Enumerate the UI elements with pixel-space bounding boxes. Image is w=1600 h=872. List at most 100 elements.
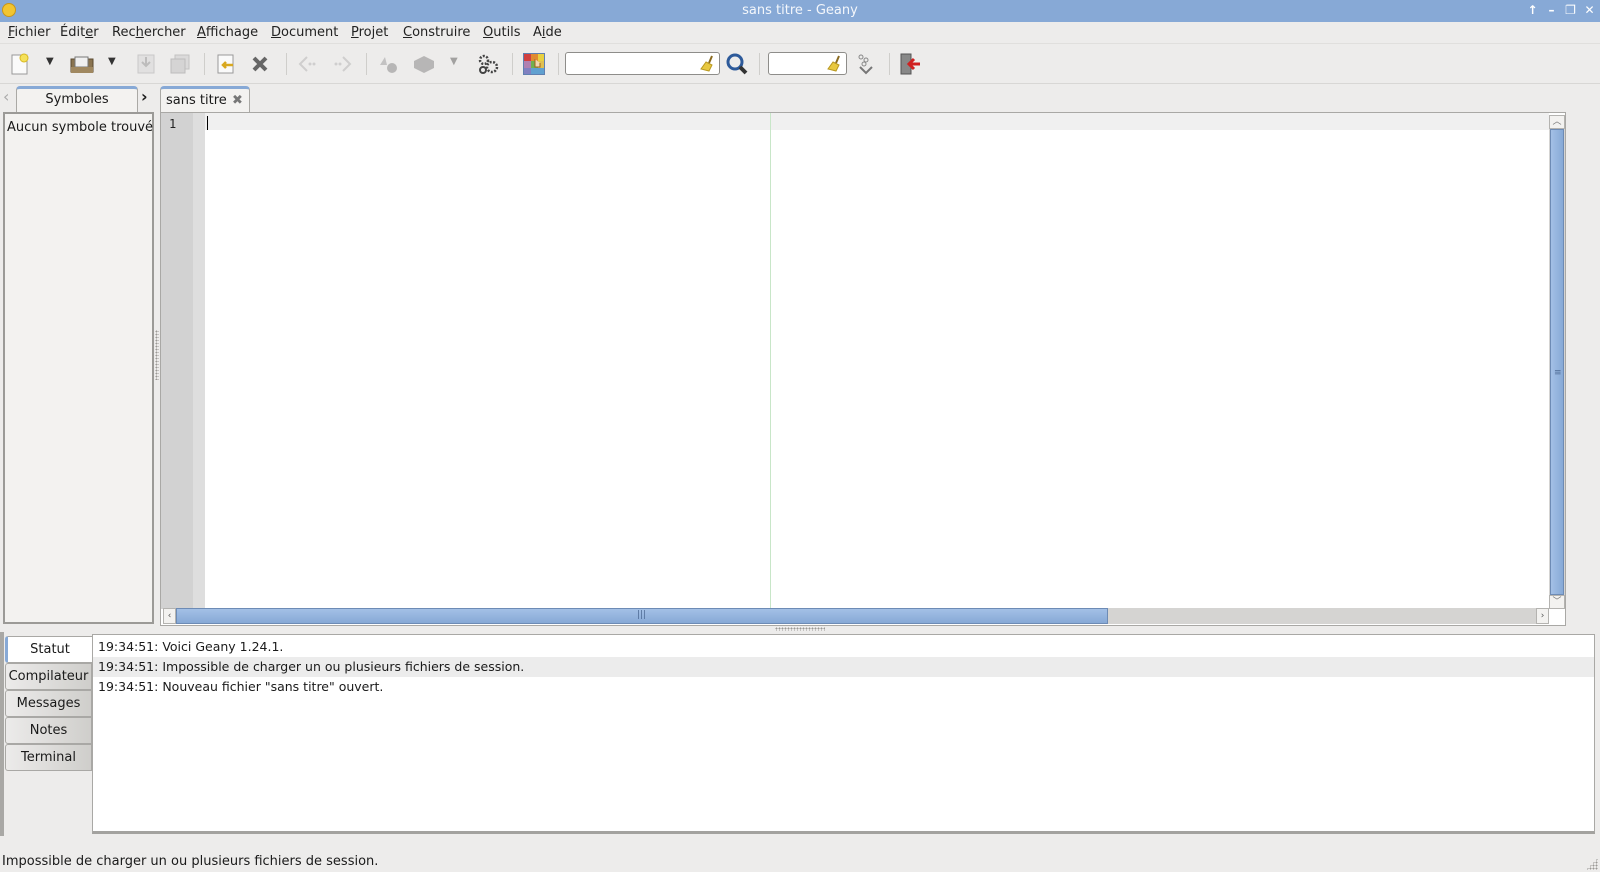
maximize-button[interactable]: ❐ — [1564, 3, 1577, 18]
scroll-left-button[interactable]: ‹ — [163, 608, 176, 624]
toolbar-separator — [366, 53, 367, 75]
window-resize-grip[interactable] — [1586, 858, 1598, 870]
revert-button[interactable] — [214, 52, 238, 76]
toolbar: ▼ ▼ ▼ — [0, 44, 1600, 84]
message-window-splitter-handle[interactable] — [775, 627, 825, 631]
color-chooser-button[interactable] — [522, 52, 546, 76]
message-window: Statut Compilateur Messages Notes Termin… — [0, 632, 1600, 852]
document-tab-label: sans titre — [166, 93, 227, 108]
open-file-button[interactable] — [70, 52, 94, 76]
menu-construire[interactable]: Construire — [403, 25, 470, 40]
sidebar-notebook: ‹ Symboles › — [0, 84, 157, 112]
back-icon — [298, 56, 316, 72]
scroll-up-button[interactable]: ︿ — [1549, 115, 1565, 129]
quit-button[interactable] — [898, 52, 922, 76]
open-folder-icon — [70, 56, 94, 73]
horizontal-scrollbar[interactable]: ‹ ||| › — [163, 608, 1549, 624]
symbols-panel: Aucun symbole trouvé — [3, 112, 154, 624]
save-icon — [137, 54, 155, 74]
keep-above-button[interactable]: ↑ — [1526, 3, 1539, 18]
sidebar-scroll-left-arrow[interactable]: ‹ — [3, 88, 9, 106]
menu-projet[interactable]: Projet — [351, 25, 388, 40]
close-file-icon — [252, 56, 268, 72]
tab-notes[interactable]: Notes — [5, 717, 92, 744]
menu-rechercher[interactable]: Rechercher — [112, 25, 186, 40]
text-caret — [207, 116, 208, 130]
status-text: Impossible de charger un ou plusieurs fi… — [2, 854, 379, 869]
gears-icon — [478, 54, 499, 74]
run-button[interactable] — [476, 52, 500, 76]
document-notebook: sans titre ✖ — [160, 84, 1600, 113]
minimize-button[interactable]: – — [1545, 3, 1558, 18]
line-number: 1 — [169, 117, 177, 131]
message-tabs: Statut Compilateur Messages Notes Termin… — [4, 634, 92, 852]
window-title: sans titre - Geany — [742, 3, 858, 18]
goto-line-button[interactable] — [854, 52, 878, 76]
compile-icon — [380, 57, 397, 73]
current-line-highlight — [205, 113, 1549, 130]
scroll-grip-icon: ≡ — [1554, 368, 1562, 378]
document-tab[interactable]: sans titre ✖ — [160, 86, 250, 113]
menu-document[interactable]: Document — [271, 25, 338, 40]
menu-fichier[interactable]: Fichier — [8, 25, 51, 40]
scroll-down-button[interactable]: ﹀ — [1549, 595, 1565, 609]
search-field[interactable] — [565, 52, 720, 75]
menu-affichage[interactable]: Affichage — [197, 25, 258, 40]
clear-search-broom-icon[interactable] — [700, 55, 716, 72]
line-number-margin: 1 — [161, 113, 193, 609]
status-bar: Impossible de charger un ou plusieurs fi… — [0, 852, 1600, 872]
no-symbols-message: Aucun symbole trouvé — [7, 120, 154, 135]
code-editor[interactable]: 1 ︿ ≡ ﹀ ‹ ||| › — [160, 112, 1566, 626]
tab-statut[interactable]: Statut — [5, 636, 92, 663]
goto-line-field[interactable] — [768, 52, 847, 75]
log-entry[interactable]: 19:34:51: Nouveau fichier "sans titre" o… — [93, 677, 1594, 697]
new-file-icon — [11, 53, 29, 75]
title-bar: sans titre - Geany ↑ – ❐ ✕ — [0, 0, 1600, 22]
revert-icon — [217, 54, 234, 74]
vertical-scrollbar[interactable]: ︿ ≡ ﹀ — [1549, 115, 1565, 609]
new-file-dropdown-arrow[interactable]: ▼ — [46, 56, 54, 67]
new-file-button[interactable] — [8, 52, 32, 76]
log-entry[interactable]: 19:34:51: Impossible de charger un ou pl… — [93, 657, 1594, 677]
toolbar-separator — [286, 53, 287, 75]
tab-messages[interactable]: Messages — [5, 690, 92, 717]
vertical-scroll-thumb[interactable]: ≡ — [1550, 129, 1564, 595]
open-file-dropdown-arrow[interactable]: ▼ — [108, 56, 116, 67]
fold-margin[interactable] — [193, 113, 205, 609]
close-tab-icon[interactable]: ✖ — [232, 93, 243, 108]
scroll-right-button[interactable]: › — [1536, 608, 1549, 624]
tab-terminal[interactable]: Terminal — [5, 744, 92, 771]
navigate-forward-button[interactable] — [330, 52, 354, 76]
magnifier-icon — [726, 53, 748, 75]
menu-outils[interactable]: Outils — [483, 25, 521, 40]
toolbar-separator — [558, 53, 559, 75]
sidebar-splitter-handle[interactable] — [155, 330, 159, 380]
close-file-button[interactable] — [248, 52, 272, 76]
save-button[interactable] — [134, 52, 158, 76]
save-all-icon — [170, 54, 190, 74]
goto-line-icon — [858, 54, 873, 75]
status-log-panel[interactable]: 19:34:51: Voici Geany 1.24.1. 19:34:51: … — [92, 634, 1595, 834]
tab-compilateur[interactable]: Compilateur — [5, 663, 92, 690]
menu-bar: Fichier Éditer Rechercher Affichage Docu… — [0, 22, 1600, 44]
color-chooser-icon — [523, 53, 545, 75]
close-window-button[interactable]: ✕ — [1583, 3, 1596, 18]
long-line-marker — [770, 113, 771, 609]
toolbar-separator — [204, 53, 205, 75]
menu-aide[interactable]: Aide — [533, 25, 562, 40]
build-button[interactable] — [412, 52, 436, 76]
save-all-button[interactable] — [168, 52, 192, 76]
menu-editer[interactable]: Éditer — [60, 25, 99, 40]
quit-icon — [900, 53, 920, 75]
horizontal-scroll-thumb[interactable]: ||| — [176, 608, 1108, 624]
clear-goto-broom-icon[interactable] — [827, 55, 843, 72]
find-button[interactable] — [725, 52, 749, 76]
toolbar-separator — [759, 53, 760, 75]
build-icon — [414, 56, 434, 73]
build-dropdown-arrow[interactable]: ▼ — [450, 56, 458, 67]
sidebar-scroll-right-arrow[interactable]: › — [141, 88, 148, 106]
navigate-back-button[interactable] — [296, 52, 320, 76]
compile-button[interactable] — [376, 52, 400, 76]
tab-symboles[interactable]: Symboles — [16, 86, 138, 112]
log-entry[interactable]: 19:34:51: Voici Geany 1.24.1. — [93, 637, 1594, 657]
